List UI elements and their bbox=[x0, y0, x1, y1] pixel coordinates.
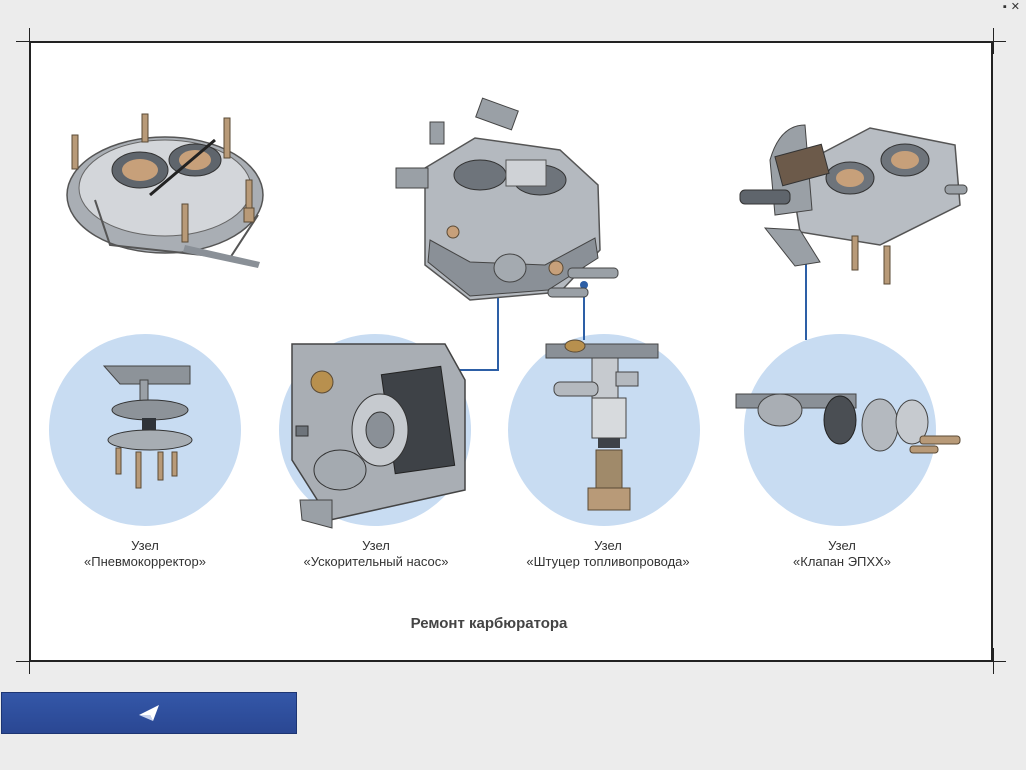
close-icon[interactable]: ✕ bbox=[1011, 2, 1020, 13]
callout-fuel-fitting: Узел «Штуцер топливопровода» bbox=[498, 538, 718, 570]
window-controls: ▪ ✕ bbox=[1003, 2, 1020, 13]
callout-line: Узел bbox=[594, 538, 622, 553]
crop-mark bbox=[993, 28, 994, 54]
back-button[interactable] bbox=[1, 692, 297, 734]
callout-line: Узел bbox=[131, 538, 159, 553]
minimize-icon[interactable]: ▪ bbox=[1003, 2, 1007, 13]
crop-mark bbox=[29, 28, 30, 54]
callout-line: «Пневмокорректор» bbox=[84, 554, 206, 569]
callout-line: «Ускорительный насос» bbox=[303, 554, 449, 569]
callout-valve: Узел «Клапан ЭПХХ» bbox=[732, 538, 952, 570]
callout-pneumocorrector: Узел «Пневмокорректор» bbox=[35, 538, 255, 570]
crop-mark bbox=[993, 648, 994, 674]
callout-line: «Штуцер топливопровода» bbox=[526, 554, 690, 569]
callout-line: «Клапан ЭПХХ» bbox=[793, 554, 891, 569]
callout-line: Узел bbox=[828, 538, 856, 553]
crop-mark bbox=[29, 648, 30, 674]
callout-accelerator-pump: Узел «Ускорительный насос» bbox=[266, 538, 486, 570]
slide-caption: Ремонт карбюратора bbox=[410, 615, 568, 632]
arrow-left-icon bbox=[139, 705, 159, 721]
callout-line: Узел bbox=[362, 538, 390, 553]
